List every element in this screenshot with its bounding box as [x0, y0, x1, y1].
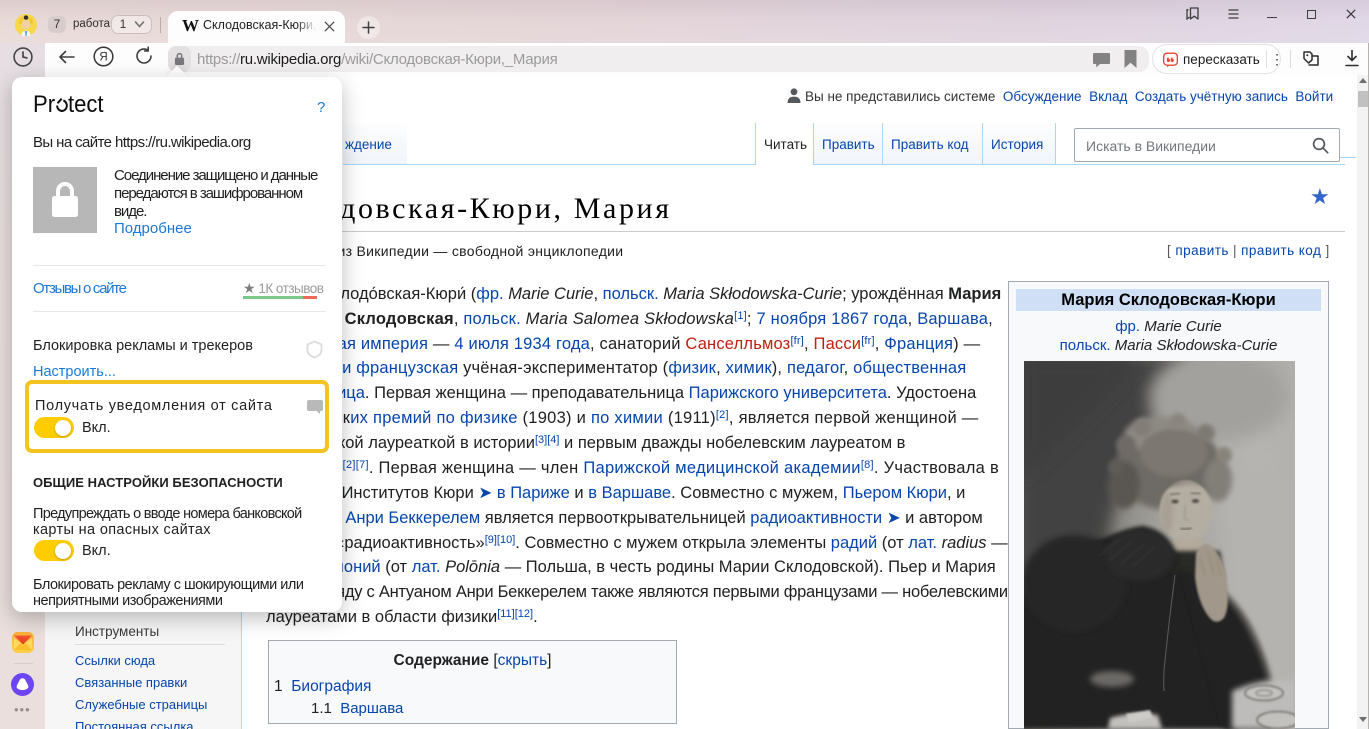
svg-text:Я: Я [99, 51, 107, 63]
